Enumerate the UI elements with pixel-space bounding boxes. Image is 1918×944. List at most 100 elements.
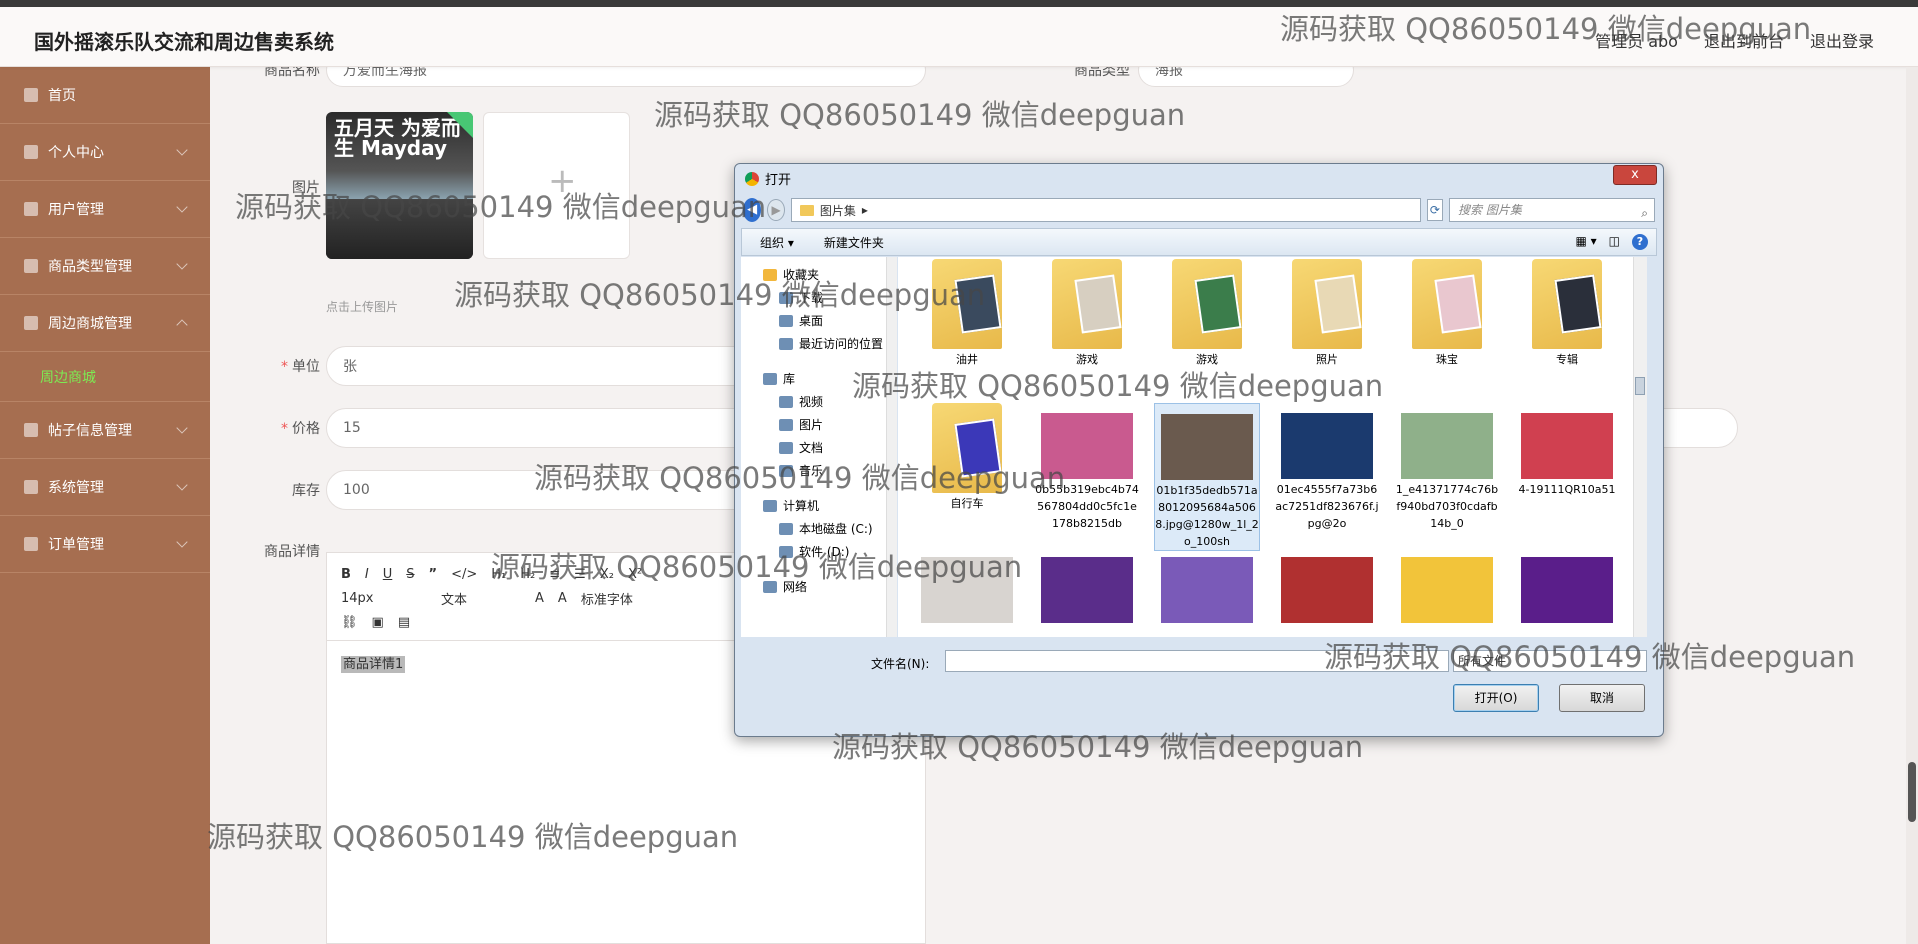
file-name: 照片 <box>1316 353 1338 366</box>
detail-label: 商品详情 <box>264 544 320 560</box>
unit-label: * 单位 <box>281 359 320 375</box>
link-icon[interactable]: ⛓ <box>341 615 358 630</box>
h2-button[interactable]: H₂ <box>520 567 535 582</box>
h1-button[interactable]: H₁ <box>491 567 506 582</box>
folder-icon <box>779 441 793 454</box>
sidebar-item-label: 个人中心 <box>48 145 104 161</box>
image-icon[interactable]: ▣ <box>372 615 384 630</box>
font-size-select[interactable]: 14px <box>341 591 427 606</box>
navigation-scrollbar[interactable] <box>886 257 897 637</box>
file-item[interactable]: 01ec4555f7a73b6ac7251df823676f.jpg@2o <box>1274 403 1380 532</box>
sidebar-item-profile[interactable]: 个人中心 <box>0 124 210 181</box>
underline-button[interactable]: U <box>383 567 393 582</box>
image-upload-button[interactable]: + <box>483 112 630 259</box>
help-icon[interactable]: ? <box>1632 234 1648 250</box>
file-type-select[interactable]: 所有文件 <box>1453 650 1647 672</box>
file-item[interactable] <box>1154 547 1260 625</box>
file-item[interactable] <box>1514 547 1620 625</box>
tree-item[interactable]: 库 <box>741 367 896 390</box>
top-strip <box>0 0 1918 7</box>
folder-icon <box>1532 259 1602 349</box>
page-scrollbar[interactable] <box>1906 67 1918 944</box>
shop-icon <box>24 316 38 330</box>
folder-item[interactable]: 油井 <box>914 259 1020 368</box>
tree-item[interactable]: 本地磁盘 (C:) <box>741 517 896 540</box>
refresh-icon[interactable]: ⟳ <box>1426 199 1444 221</box>
uploaded-image-thumbnail[interactable]: 五月天 为爱而生 Mayday <box>326 112 473 259</box>
dialog-close-button[interactable]: x <box>1613 165 1657 185</box>
subscript-button[interactable]: X₂ <box>600 567 614 582</box>
folder-item[interactable]: 珠宝 <box>1394 259 1500 368</box>
view-options-icon[interactable]: ▦ ▾ <box>1575 234 1596 250</box>
admin-user-link[interactable]: 管理员 abo <box>1595 28 1678 52</box>
folder-item[interactable]: 自行车 <box>914 403 1020 512</box>
tree-item[interactable]: 网络 <box>741 575 896 598</box>
sidebar-item-shop[interactable]: 周边商城管理 <box>0 295 210 352</box>
bold-button[interactable]: B <box>341 567 351 582</box>
sidebar-item-product-types[interactable]: 商品类型管理 <box>0 238 210 295</box>
new-folder-button[interactable]: 新建文件夹 <box>824 234 884 251</box>
tree-item-label: 收藏夹 <box>783 268 820 282</box>
quote-button[interactable]: ” <box>429 567 438 582</box>
sidebar-item-users[interactable]: 用户管理 <box>0 181 210 238</box>
sidebar-item-orders[interactable]: 订单管理 <box>0 516 210 573</box>
logout-link[interactable]: 退出登录 <box>1810 28 1874 52</box>
file-item[interactable]: 4-19111QR10a51 <box>1514 403 1620 498</box>
price-label: * 价格 <box>281 421 320 437</box>
sidebar-item-home[interactable]: 首页 <box>0 67 210 124</box>
path-segment[interactable]: 图片集 <box>820 202 856 219</box>
file-item[interactable] <box>1274 547 1380 625</box>
font-family-select[interactable]: 标准字体 <box>581 589 633 608</box>
sidebar-subitem-shop[interactable]: 周边商城 <box>0 352 210 402</box>
block-type-select[interactable]: 文本 <box>441 589 521 608</box>
font-color-icon[interactable]: A <box>535 591 544 606</box>
front-end-link[interactable]: 退出到前台 <box>1704 28 1784 52</box>
file-list-scrollbar[interactable] <box>1633 257 1647 637</box>
organize-button[interactable]: 组织 ▾ <box>760 234 794 251</box>
tree-item[interactable]: 音乐 <box>741 459 896 482</box>
folder-icon <box>779 418 793 431</box>
folder-icon <box>1172 259 1242 349</box>
file-item[interactable]: 01b1f35dedb571a8012095684a5068.jpg@1280w… <box>1154 403 1260 551</box>
tree-item[interactable]: 视频 <box>741 390 896 413</box>
tree-item[interactable]: 计算机 <box>741 494 896 517</box>
folder-item[interactable]: 游戏 <box>1034 259 1140 368</box>
ordered-list-icon[interactable]: ≡ <box>549 567 560 582</box>
folder-icon <box>799 204 814 216</box>
strike-button[interactable]: S <box>406 567 414 582</box>
file-item[interactable]: 1_e41371774c76bf940bd703f0cdafb14b_0 <box>1394 403 1500 532</box>
filename-input[interactable] <box>945 650 1449 672</box>
cancel-button[interactable]: 取消 <box>1559 684 1645 712</box>
sidebar-item-posts[interactable]: 帖子信息管理 <box>0 402 210 459</box>
tree-item[interactable]: 最近访问的位置 <box>741 332 896 355</box>
tree-item[interactable]: 桌面 <box>741 309 896 332</box>
file-item[interactable] <box>1394 547 1500 625</box>
file-item[interactable]: 0b55b319ebc4b74567804dd0c5fc1e178b8215db <box>1034 403 1140 532</box>
folder-icon <box>779 464 793 477</box>
sidebar-item-label: 帖子信息管理 <box>48 423 132 439</box>
file-item[interactable] <box>914 547 1020 625</box>
folder-item[interactable]: 照片 <box>1274 259 1380 368</box>
open-button[interactable]: 打开(O) <box>1453 684 1539 712</box>
bullet-list-icon[interactable]: ☰ <box>574 567 586 582</box>
folder-item[interactable]: 游戏 <box>1154 259 1260 368</box>
code-button[interactable]: </> <box>451 567 477 582</box>
forward-arrow-icon[interactable]: ▶ <box>767 199 785 221</box>
back-arrow-icon[interactable]: ◀ <box>743 198 762 222</box>
superscript-button[interactable]: X² <box>628 567 642 582</box>
dialog-nav-bar: ◀ ▶ 图片集 ▸ ⟳ 搜索 图片集 ⌕ <box>743 197 1656 223</box>
address-bar[interactable]: 图片集 ▸ <box>790 198 1421 222</box>
tree-item[interactable]: 下载 <box>741 286 896 309</box>
search-input[interactable]: 搜索 图片集 ⌕ <box>1449 198 1656 222</box>
tree-item[interactable]: 收藏夹 <box>741 263 896 286</box>
tree-item[interactable]: 文档 <box>741 436 896 459</box>
tree-item[interactable]: 图片 <box>741 413 896 436</box>
folder-item[interactable]: 专辑 <box>1514 259 1620 368</box>
preview-pane-icon[interactable]: ◫ <box>1609 234 1620 250</box>
tree-item[interactable]: 软件 (D:) <box>741 540 896 563</box>
file-item[interactable] <box>1034 547 1140 625</box>
background-color-icon[interactable]: A <box>558 591 567 606</box>
italic-button[interactable]: I <box>365 567 369 582</box>
sidebar-item-system[interactable]: 系统管理 <box>0 459 210 516</box>
video-icon[interactable]: ▤ <box>398 615 410 630</box>
